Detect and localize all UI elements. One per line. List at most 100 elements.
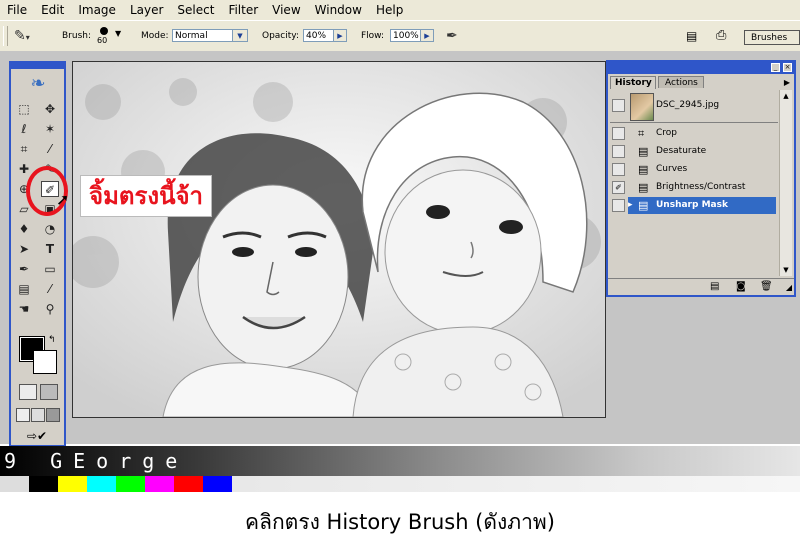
- step-checkbox[interactable]: ✐: [612, 181, 625, 194]
- brush-preset-picker[interactable]: 60 ▼: [95, 25, 125, 47]
- chevron-down-icon: ▼: [232, 30, 247, 41]
- menu-view[interactable]: View: [265, 3, 307, 17]
- mode-label: Mode:: [141, 31, 169, 41]
- hand-tool-icon[interactable]: ☚: [15, 301, 33, 317]
- tool-preset-picker[interactable]: ✎▾: [14, 26, 48, 46]
- opacity-label: Opacity:: [262, 31, 299, 41]
- file-browser-icon[interactable]: ▤: [686, 28, 700, 44]
- toolbox-panel: ❧ ⬚ ✥ ℓ ✶ ⌗ ⁄ ✚ ✎ ⊕ ✐ ▱ ▣ ♦ ◔ ➤ T ✒ ▭ ▤ …: [9, 61, 66, 447]
- history-snapshot-row[interactable]: DSC_2945.jpg: [610, 90, 778, 123]
- magic-wand-icon[interactable]: ✶: [41, 121, 59, 137]
- screen-mode-standard-icon[interactable]: [16, 408, 30, 422]
- path-select-icon[interactable]: ➤: [15, 241, 33, 257]
- menu-file[interactable]: File: [0, 3, 34, 17]
- color-swatch: [29, 476, 58, 492]
- panel-title-bar[interactable]: _ ×: [608, 62, 794, 74]
- color-swatch: [87, 476, 116, 492]
- history-step[interactable]: ⌗ Crop: [610, 125, 776, 142]
- menu-image[interactable]: Image: [71, 3, 123, 17]
- history-list: ⌗ Crop ▤ Desaturate ▤ Curves ✐ ▤ Brightn…: [608, 125, 794, 275]
- crop-icon: ⌗: [638, 127, 645, 140]
- history-step-selected[interactable]: ▸ ▤ Unsharp Mask: [610, 197, 776, 214]
- step-checkbox[interactable]: [612, 163, 625, 176]
- notes-tool-icon[interactable]: ▤: [15, 281, 33, 297]
- menu-window[interactable]: Window: [308, 3, 369, 17]
- screen-mode-full-menu-icon[interactable]: [31, 408, 45, 422]
- history-panel: _ × History Actions ▶ DSC_2945.jpg ⌗ Cro…: [606, 60, 796, 297]
- crop-tool-icon[interactable]: ⌗: [15, 141, 33, 157]
- snapshot-thumbnail: [630, 93, 654, 121]
- opacity-field[interactable]: 40% ▶: [303, 29, 347, 42]
- snapshot-name: DSC_2945.jpg: [656, 100, 720, 110]
- grip-handle[interactable]: [3, 26, 8, 46]
- chevron-right-icon[interactable]: ▶: [420, 30, 433, 41]
- eyedropper-icon[interactable]: ⁄: [41, 281, 59, 297]
- blur-tool-icon[interactable]: ♦: [15, 221, 33, 237]
- swatch-white: [0, 476, 29, 492]
- brush-label: Brush:: [62, 31, 92, 41]
- watermark-banner: 9 GEorge: [0, 446, 800, 476]
- lasso-tool-icon[interactable]: ℓ: [15, 121, 33, 137]
- quick-mask-mode-icon[interactable]: [40, 384, 58, 400]
- tab-history[interactable]: History: [610, 76, 656, 89]
- background-color-swatch[interactable]: [33, 350, 57, 374]
- jump-to-imageready-icon[interactable]: ⇨✔: [17, 429, 57, 443]
- type-tool-icon[interactable]: T: [41, 241, 59, 257]
- trash-icon[interactable]: 🗑: [760, 281, 773, 292]
- resize-grip-icon[interactable]: ◢: [786, 283, 792, 292]
- minimize-icon[interactable]: _: [771, 63, 780, 72]
- color-swatch: [145, 476, 174, 492]
- mouse-cursor-icon: ➚: [56, 190, 70, 209]
- color-swatch: [174, 476, 203, 492]
- step-checkbox[interactable]: [612, 127, 625, 140]
- mode-select[interactable]: Normal ▼: [172, 29, 248, 42]
- history-scrollbar[interactable]: ▲ ▼: [779, 90, 792, 276]
- close-icon[interactable]: ×: [783, 63, 792, 72]
- history-step[interactable]: ✐ ▤ Brightness/Contrast: [610, 179, 776, 196]
- new-snapshot-icon[interactable]: ◙: [736, 281, 746, 292]
- menu-layer[interactable]: Layer: [123, 3, 170, 17]
- snapshot-source-checkbox[interactable]: [612, 99, 625, 112]
- toolbox-title-bar[interactable]: [11, 63, 64, 69]
- image-canvas[interactable]: [72, 61, 606, 418]
- color-swatch: [116, 476, 145, 492]
- tab-actions[interactable]: Actions: [658, 76, 704, 88]
- marquee-tool-icon[interactable]: ⬚: [15, 101, 33, 117]
- menu-help[interactable]: Help: [369, 3, 410, 17]
- new-document-from-state-icon[interactable]: ▤: [710, 281, 719, 292]
- annotation-callout: จิ้มตรงนี้จ้า: [80, 175, 213, 217]
- step-checkbox[interactable]: [612, 145, 625, 158]
- menu-filter[interactable]: Filter: [221, 3, 265, 17]
- zoom-tool-icon[interactable]: ⚲: [41, 301, 59, 317]
- quick-mask-standard-icon[interactable]: [19, 384, 37, 400]
- menu-bar: File Edit Image Layer Select Filter View…: [0, 0, 800, 20]
- feather-logo-icon[interactable]: ❧: [17, 73, 59, 95]
- chevron-right-icon[interactable]: ▶: [333, 30, 346, 41]
- swap-colors-icon[interactable]: ↰: [48, 335, 56, 345]
- pen-tool-icon[interactable]: ✒: [15, 261, 33, 277]
- document-icon: ▤: [638, 145, 649, 158]
- menu-edit[interactable]: Edit: [34, 3, 71, 17]
- scroll-up-arrow-icon[interactable]: ▲: [780, 90, 792, 102]
- palette-well-icon[interactable]: ⎙: [716, 27, 734, 45]
- document-icon: ▤: [638, 163, 649, 176]
- panel-menu-icon[interactable]: ▶: [784, 78, 790, 87]
- history-step[interactable]: ▤ Desaturate: [610, 143, 776, 160]
- chevron-down-icon: ▼: [115, 29, 122, 38]
- current-state-arrow-icon: ▸: [628, 200, 633, 210]
- history-step[interactable]: ▤ Curves: [610, 161, 776, 178]
- scroll-down-arrow-icon[interactable]: ▼: [780, 264, 792, 276]
- shape-tool-icon[interactable]: ▭: [41, 261, 59, 277]
- step-checkbox[interactable]: [612, 199, 625, 212]
- menu-select[interactable]: Select: [170, 3, 221, 17]
- brush-size: 60: [97, 36, 108, 45]
- screen-mode-full-icon[interactable]: [46, 408, 60, 422]
- slice-tool-icon[interactable]: ⁄: [41, 141, 59, 157]
- caption: คลิกตรง History Brush (ดังภาพ): [245, 510, 555, 534]
- flow-field[interactable]: 100% ▶: [390, 29, 434, 42]
- brushes-tab[interactable]: Brushes: [744, 30, 800, 45]
- color-swatch: [58, 476, 87, 492]
- move-tool-icon[interactable]: ✥: [41, 101, 59, 117]
- dodge-tool-icon[interactable]: ◔: [41, 221, 59, 237]
- airbrush-icon[interactable]: ✒: [446, 27, 464, 45]
